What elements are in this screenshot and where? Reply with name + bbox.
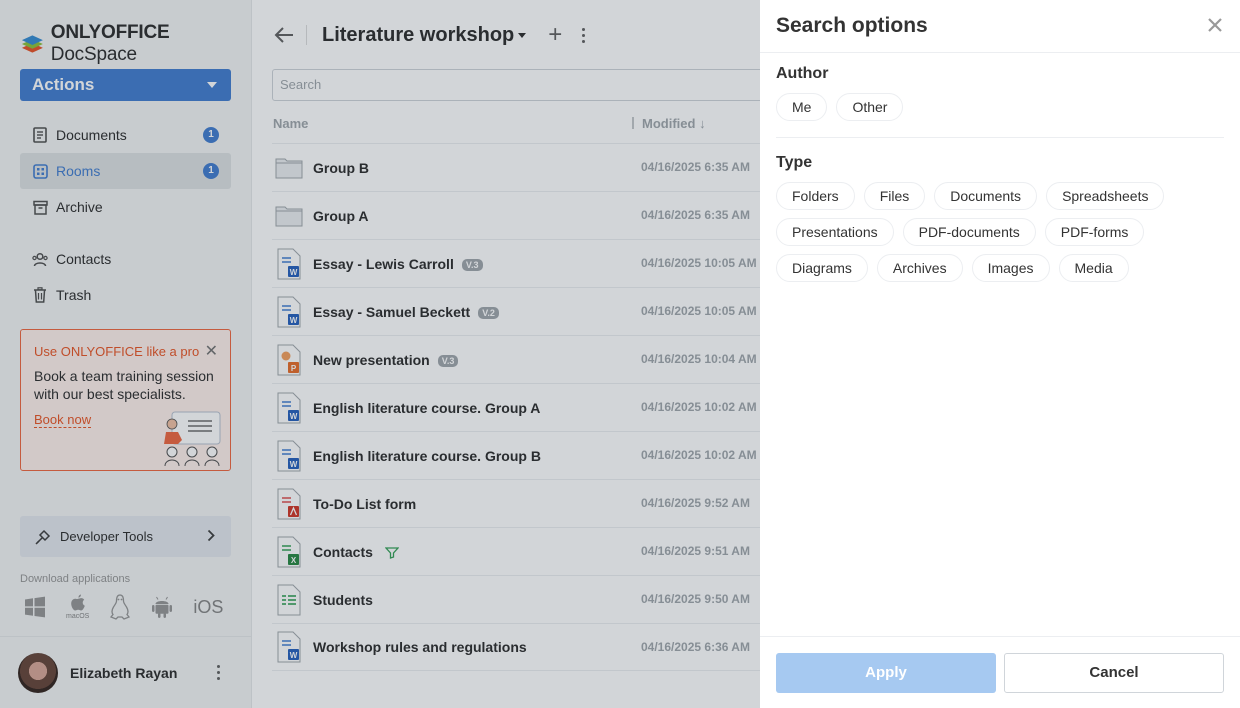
- author-section-title: Author: [776, 65, 829, 82]
- author-options: Me Other: [776, 93, 1216, 121]
- type-option-media[interactable]: Media: [1058, 254, 1129, 282]
- apply-button[interactable]: Apply: [776, 653, 996, 693]
- search-options-panel: Search options Author Me Other Type Fold…: [760, 0, 1240, 708]
- type-option-spreadsheets[interactable]: Spreadsheets: [1046, 182, 1165, 210]
- type-option-diagrams[interactable]: Diagrams: [776, 254, 868, 282]
- type-option-presentations[interactable]: Presentations: [776, 218, 894, 246]
- type-option-documents[interactable]: Documents: [934, 182, 1038, 210]
- panel-divider: [760, 52, 1240, 53]
- type-option-archives[interactable]: Archives: [876, 254, 963, 282]
- type-option-images[interactable]: Images: [971, 254, 1050, 282]
- type-options: Folders Files Documents Spreadsheets Pre…: [776, 182, 1216, 282]
- type-option-pdf-documents[interactable]: PDF-documents: [902, 218, 1036, 246]
- author-option-me[interactable]: Me: [776, 93, 828, 121]
- close-icon[interactable]: [1206, 16, 1224, 34]
- cancel-button[interactable]: Cancel: [1004, 653, 1224, 693]
- type-option-pdf-forms[interactable]: PDF-forms: [1044, 218, 1145, 246]
- panel-title: Search options: [776, 14, 928, 37]
- author-option-other[interactable]: Other: [836, 93, 904, 121]
- type-option-folders[interactable]: Folders: [776, 182, 855, 210]
- modal-backdrop[interactable]: [0, 0, 760, 708]
- type-section-title: Type: [776, 154, 813, 171]
- footer-divider: [760, 636, 1240, 637]
- section-divider: [776, 137, 1224, 138]
- type-option-files[interactable]: Files: [863, 182, 926, 210]
